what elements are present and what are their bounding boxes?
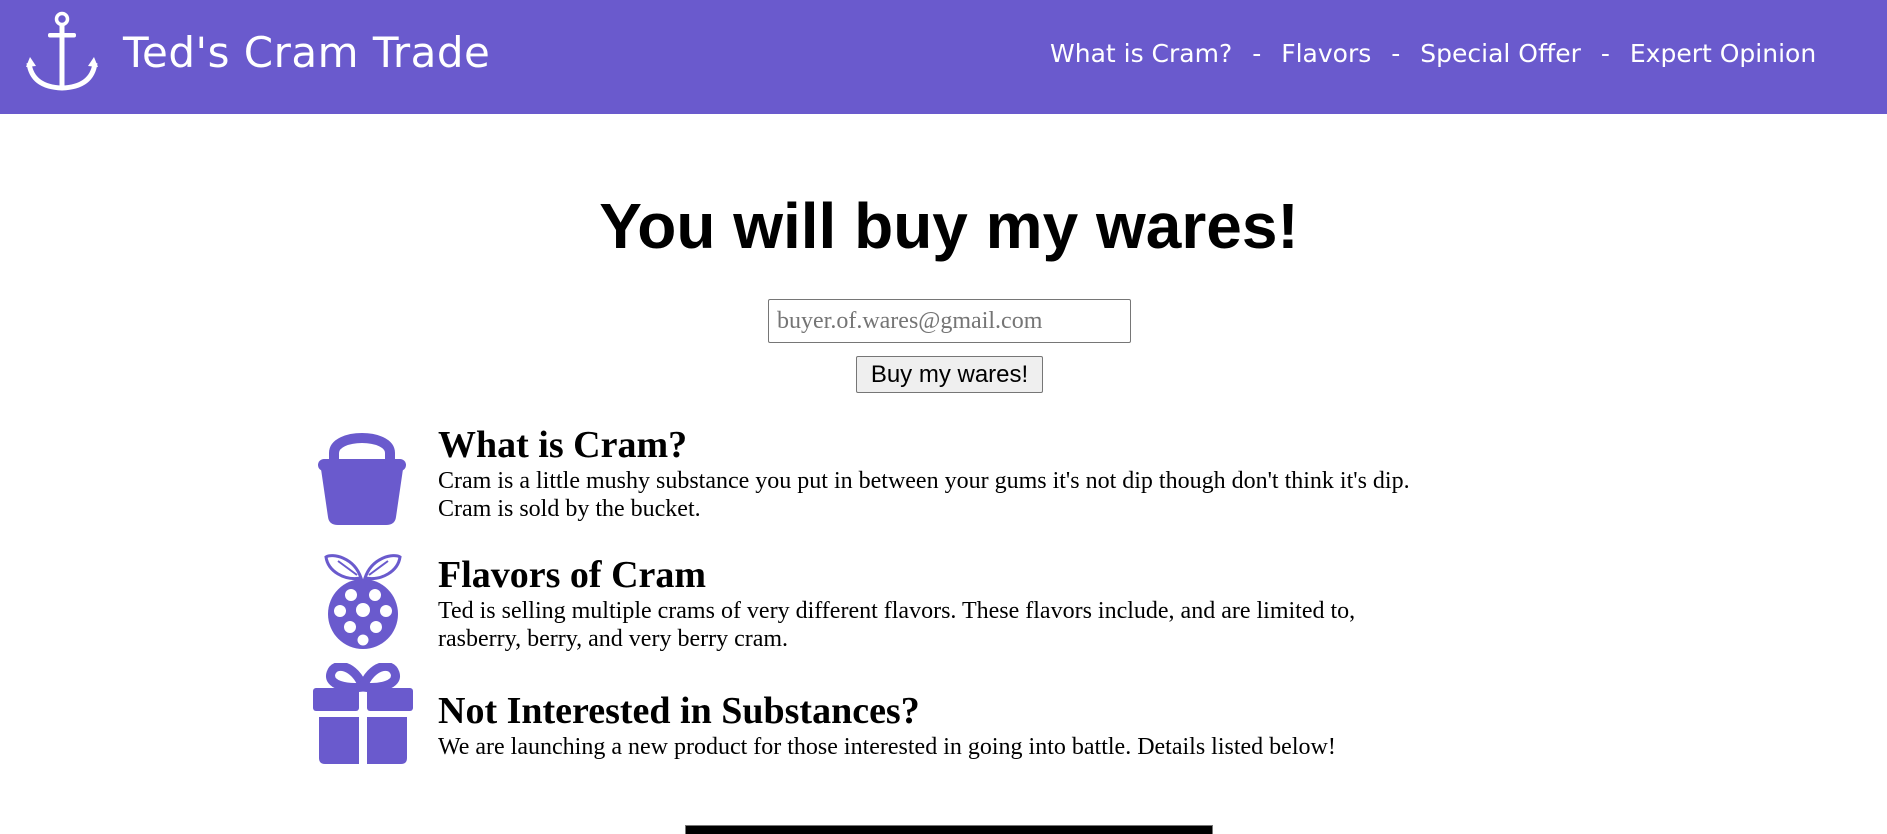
feature-description: Cram is a little mushy substance you put… xyxy=(438,467,1478,523)
feature-description: Ted is selling multiple crams of very di… xyxy=(438,597,1478,653)
bucket-icon xyxy=(318,433,406,525)
nav-separator: - xyxy=(1252,38,1262,68)
hero-title: You will buy my wares! xyxy=(599,190,1299,262)
anchor-icon xyxy=(26,11,98,91)
email-input[interactable] xyxy=(768,299,1131,343)
feature-line: Ted is selling multiple crams of very di… xyxy=(438,598,1356,624)
nav-link-expert-opinion[interactable]: Expert Opinion xyxy=(1630,39,1816,68)
feature-title: Flavors of Cram xyxy=(438,554,707,596)
raspberry-icon xyxy=(324,554,402,649)
nav-link-what-is-cram[interactable]: What is Cram? xyxy=(1050,39,1232,68)
video-player[interactable] xyxy=(685,825,1213,834)
feature-title: Not Interested in Substances? xyxy=(438,690,920,732)
nav-link-special-offer[interactable]: Special Offer xyxy=(1420,39,1581,68)
feature-line: Cram is a little mushy substance you put… xyxy=(438,468,1410,494)
site-header: Ted's Cram Trade What is Cram? - Flavors… xyxy=(0,0,1887,114)
feature-line: Cram is sold by the bucket. xyxy=(438,496,701,522)
site-title: Ted's Cram Trade xyxy=(123,28,491,77)
gift-icon xyxy=(313,663,413,764)
nav-link-flavors[interactable]: Flavors xyxy=(1281,39,1371,68)
main-nav: What is Cram? - Flavors - Special Offer … xyxy=(1050,36,1816,70)
feature-line: rasberry, berry, and very berry cram. xyxy=(438,626,789,652)
feature-description: We are launching a new product for those… xyxy=(438,733,1478,761)
feature-title: What is Cram? xyxy=(438,424,688,466)
nav-separator: - xyxy=(1600,38,1610,68)
nav-separator: - xyxy=(1391,38,1401,68)
feature-line: We are launching a new product for those… xyxy=(438,734,1336,760)
buy-wares-button[interactable]: Buy my wares! xyxy=(856,356,1043,393)
